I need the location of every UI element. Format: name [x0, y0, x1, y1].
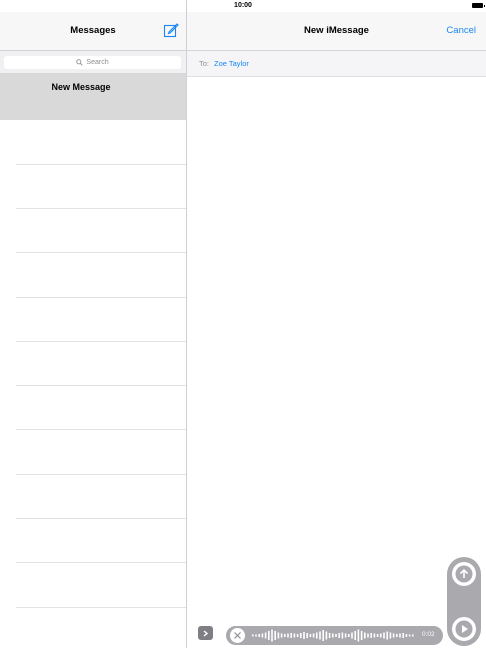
expand-button[interactable]: [198, 626, 213, 640]
to-label: To:: [199, 59, 210, 68]
list-divider: [16, 607, 186, 608]
waveform-bar: [408, 634, 411, 637]
play-button[interactable]: [452, 617, 476, 641]
play-icon: [455, 620, 473, 638]
waveform-bar: [373, 633, 376, 638]
waveform-bar: [287, 633, 289, 638]
waveform-bar: [290, 633, 292, 638]
waveform-bar: [261, 633, 264, 638]
sidebar-title: Messages: [70, 25, 116, 36]
waveform-bar: [306, 633, 308, 638]
waveform-bar: [258, 634, 260, 637]
send-button[interactable]: [452, 562, 476, 586]
list-divider: [16, 164, 186, 165]
waveform-bar: [284, 634, 286, 637]
page-title: New iMessage: [304, 25, 369, 36]
waveform-bar: [380, 633, 382, 638]
sidebar-navbar: Messages: [0, 12, 186, 51]
waveform-bar: [325, 631, 328, 640]
waveform-bar: [268, 631, 270, 640]
waveform-bar: [271, 629, 273, 642]
list-divider: [16, 297, 186, 298]
waveform-bar: [338, 633, 340, 638]
waveform-bar: [351, 632, 353, 639]
waveform-bar: [296, 634, 299, 637]
list-divider: [16, 208, 186, 209]
list-divider: [16, 518, 186, 519]
waveform-bar: [322, 630, 324, 641]
waveform-bar: [370, 633, 372, 638]
waveform-bar: [348, 634, 350, 637]
waveform-bar: [309, 634, 312, 637]
waveform-bar: [332, 633, 334, 638]
waveform-bar: [280, 633, 283, 638]
waveform-bar: [264, 632, 267, 639]
waveform-bar: [344, 633, 347, 638]
conversation-sidebar: Messages Search New Message: [0, 0, 187, 648]
waveform-bar: [392, 633, 395, 638]
waveform-bar: [252, 634, 254, 637]
waveform-bar: [399, 633, 401, 638]
waveform-bar: [357, 629, 360, 642]
recipient-field[interactable]: To: Zoe Taylor: [187, 51, 486, 77]
conversation-item-new-message[interactable]: New Message: [0, 73, 186, 120]
waveform-bar: [389, 632, 392, 639]
audio-duration: 0:02: [422, 631, 435, 638]
audio-waveform: [252, 629, 414, 642]
waveform-bar: [303, 632, 305, 639]
list-divider: [16, 562, 186, 563]
search-area: Search: [0, 51, 186, 73]
waveform-bar: [354, 631, 356, 640]
waveform-bar: [386, 631, 388, 640]
waveform-bar: [335, 634, 337, 637]
compose-icon[interactable]: [163, 22, 179, 38]
waveform-bar: [405, 634, 408, 637]
search-placeholder: Search: [86, 59, 109, 66]
waveform-bar: [364, 632, 366, 639]
waveform-bar: [328, 633, 331, 638]
message-navbar: New iMessage Cancel: [187, 12, 486, 51]
waveform-bar: [412, 634, 414, 637]
waveform-bar: [274, 631, 276, 640]
waveform-bar: [367, 633, 369, 638]
list-divider: [16, 252, 186, 253]
close-icon: [234, 632, 241, 639]
waveform-bar: [383, 632, 385, 639]
battery-icon: [472, 3, 485, 8]
search-input[interactable]: Search: [4, 56, 181, 69]
cancel-button[interactable]: Cancel: [446, 25, 476, 36]
waveform-bar: [376, 634, 379, 637]
waveform-bar: [360, 631, 363, 640]
waveform-bar: [319, 631, 321, 640]
waveform-bar: [341, 632, 344, 639]
send-arrow-up-icon: [455, 565, 473, 583]
list-divider: [16, 429, 186, 430]
list-divider: [16, 474, 186, 475]
waveform-bar: [316, 632, 318, 639]
waveform-bar: [255, 634, 257, 637]
waveform-bar: [300, 633, 302, 638]
discard-audio-button[interactable]: [229, 627, 246, 644]
waveform-bar: [312, 633, 315, 638]
list-divider: [16, 385, 186, 386]
waveform-bar: [396, 634, 398, 637]
search-icon: [76, 59, 84, 66]
waveform-bar: [293, 633, 296, 638]
chevron-right-icon: [203, 629, 209, 637]
recipient-token[interactable]: Zoe Taylor: [214, 59, 249, 68]
waveform-bar: [402, 633, 404, 638]
conversation-item-label: New Message: [51, 82, 111, 92]
waveform-bar: [277, 632, 280, 639]
list-divider: [16, 341, 186, 342]
